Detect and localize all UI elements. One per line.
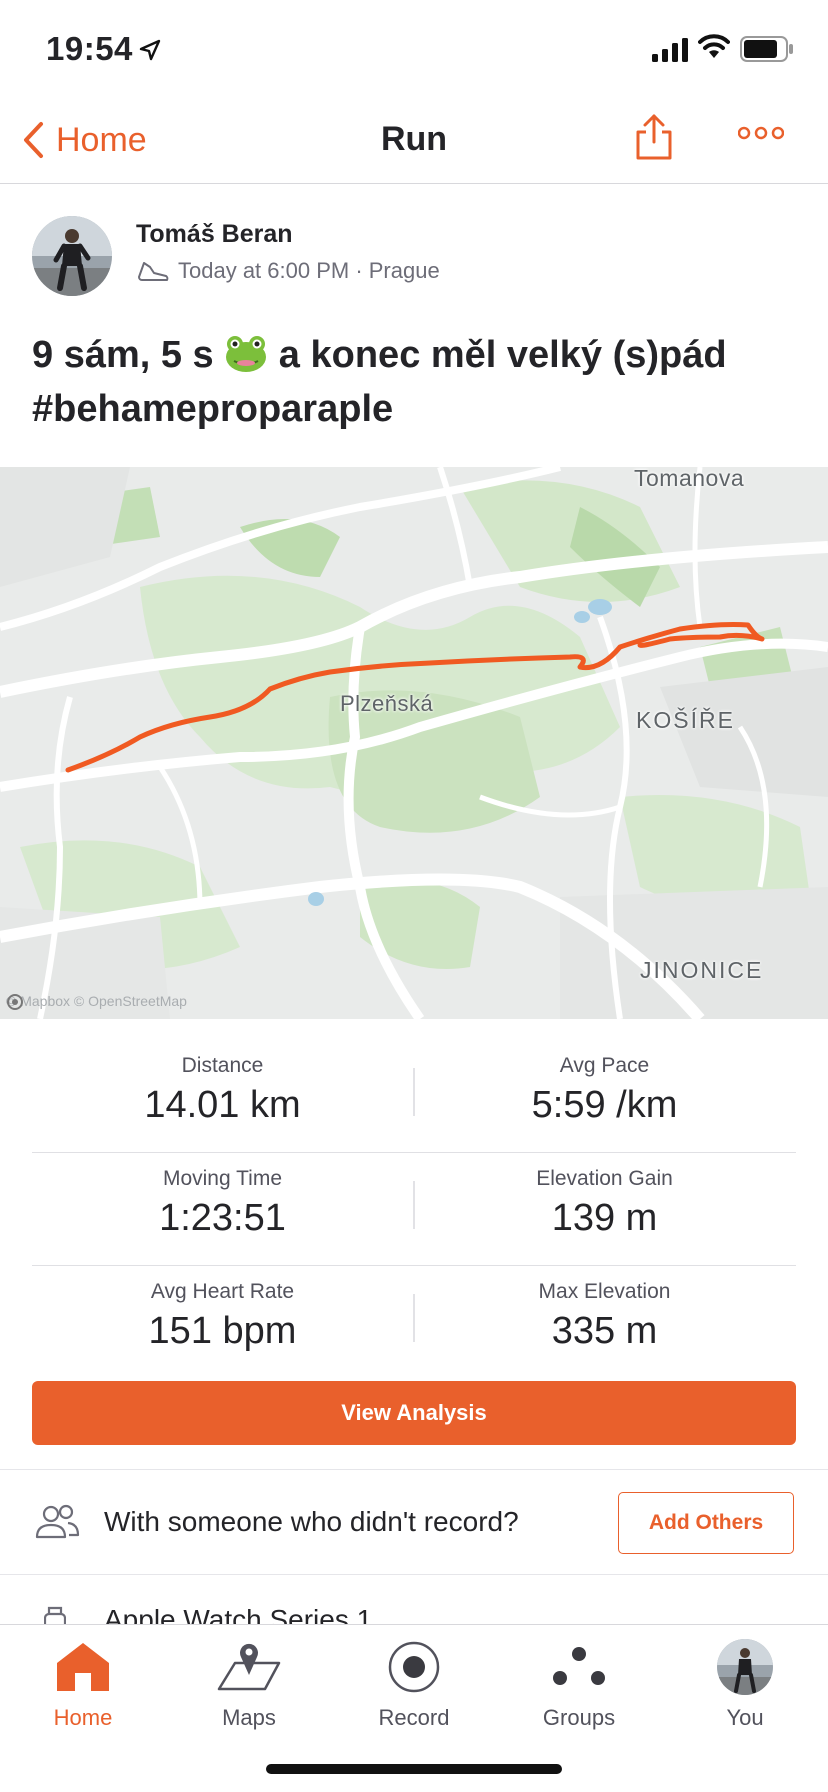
share-icon[interactable] (632, 112, 676, 162)
status-time: 19:54 (46, 30, 133, 67)
frog-icon (226, 336, 267, 372)
route-map[interactable]: Tomanova Plzeňská KOŠÍŘE JINONICE © Mapb… (0, 467, 828, 1019)
stat-row: Moving Time 1:23:51 Elevation Gain 139 m (32, 1153, 796, 1266)
record-icon (387, 1639, 441, 1695)
cellular-signal-icon (652, 38, 688, 62)
tab-label: Home (53, 1705, 113, 1730)
stat-label: Avg Pace (559, 1054, 650, 1077)
map-attribution-text: © Mapbox © OpenStreetMap (6, 993, 187, 1009)
tab-home[interactable]: Home (0, 1625, 166, 1735)
activity-title-part1: 9 sám, 5 s (32, 334, 225, 376)
tab-groups[interactable]: Groups (496, 1625, 662, 1735)
stat-value: 5:59 /km (531, 1084, 678, 1126)
map-label-kosire: KOŠÍŘE (636, 707, 735, 733)
nav-bar: Home Run (0, 96, 828, 184)
status-bar: 19:54 (0, 0, 828, 96)
avatar[interactable] (32, 216, 112, 296)
map-label-tomanova: Tomanova (634, 467, 745, 491)
stat-label: Moving Time (162, 1167, 283, 1190)
groups-icon (550, 1639, 608, 1695)
home-icon (55, 1639, 111, 1695)
tab-record[interactable]: Record (331, 1625, 497, 1735)
tab-label: Groups (542, 1705, 616, 1730)
stat-value: 151 bpm (148, 1310, 297, 1352)
stat-label: Distance (181, 1054, 264, 1077)
map-label-plzenska: Plzeňská (340, 691, 434, 716)
tab-label: Record (378, 1705, 450, 1730)
stat-elevation-gain: Elevation Gain 139 m (414, 1167, 795, 1240)
tab-maps[interactable]: Maps (166, 1625, 332, 1735)
activity-title: 9 sám, 5 s a konec měl velký (s)pád #beh… (32, 328, 802, 436)
athlete-name[interactable]: Tomáš Beran (136, 220, 293, 249)
avatar (717, 1639, 773, 1695)
location-arrow-icon (139, 39, 161, 61)
tab-label: Maps (222, 1705, 276, 1730)
stat-distance: Distance 14.01 km (32, 1054, 413, 1127)
page-title: Run (380, 120, 448, 158)
stat-value: 139 m (551, 1197, 658, 1239)
stat-row: Avg Heart Rate 151 bpm Max Elevation 335… (32, 1266, 796, 1379)
with-others-text: With someone who didn't record? (104, 1506, 519, 1537)
activity-meta-text: Today at 6:00 PM · Prague (178, 258, 440, 283)
stat-value: 14.01 km (144, 1084, 301, 1126)
tab-you[interactable]: You (662, 1625, 828, 1735)
mapbox-logo-icon (7, 994, 23, 1010)
view-analysis-button[interactable]: View Analysis (32, 1381, 796, 1445)
wifi-icon (698, 34, 730, 58)
stat-avg-heart-rate: Avg Heart Rate 151 bpm (32, 1280, 413, 1353)
stats-grid: Distance 14.01 km Avg Pace 5:59 /km Movi… (32, 1040, 796, 1379)
battery-icon (740, 36, 793, 62)
tab-label: You (726, 1705, 764, 1730)
stat-value: 1:23:51 (159, 1197, 286, 1239)
device-row: Apple Watch Series 1 (0, 1576, 828, 1624)
stat-label: Avg Heart Rate (150, 1280, 295, 1303)
device-name: Apple Watch Series 1 (104, 1604, 373, 1624)
map-canvas (0, 467, 828, 1019)
with-others-row: With someone who didn't record? Add Othe… (0, 1469, 828, 1575)
stat-moving-time: Moving Time 1:23:51 (32, 1167, 413, 1240)
stat-label: Max Elevation (538, 1280, 671, 1303)
stat-max-elevation: Max Elevation 335 m (414, 1280, 795, 1353)
stat-row: Distance 14.01 km Avg Pace 5:59 /km (32, 1040, 796, 1153)
home-indicator (266, 1764, 562, 1774)
stat-avg-pace: Avg Pace 5:59 /km (414, 1054, 795, 1127)
stat-value: 335 m (551, 1310, 658, 1352)
shoe-icon (138, 262, 169, 281)
map-attribution[interactable]: © Mapbox © OpenStreetMap (6, 993, 187, 1010)
add-others-button[interactable]: Add Others (618, 1492, 794, 1554)
stat-label: Elevation Gain (536, 1167, 673, 1190)
athlete-header: Tomáš Beran Today at 6:00 PM · Prague (32, 212, 812, 298)
map-label-jinonice: JINONICE (640, 957, 764, 983)
activity-meta: Today at 6:00 PM · Prague (136, 258, 440, 284)
map-pin-icon (217, 1639, 281, 1695)
watch-icon (44, 1606, 66, 1624)
more-options-icon[interactable] (738, 126, 784, 140)
people-icon (35, 1504, 80, 1539)
